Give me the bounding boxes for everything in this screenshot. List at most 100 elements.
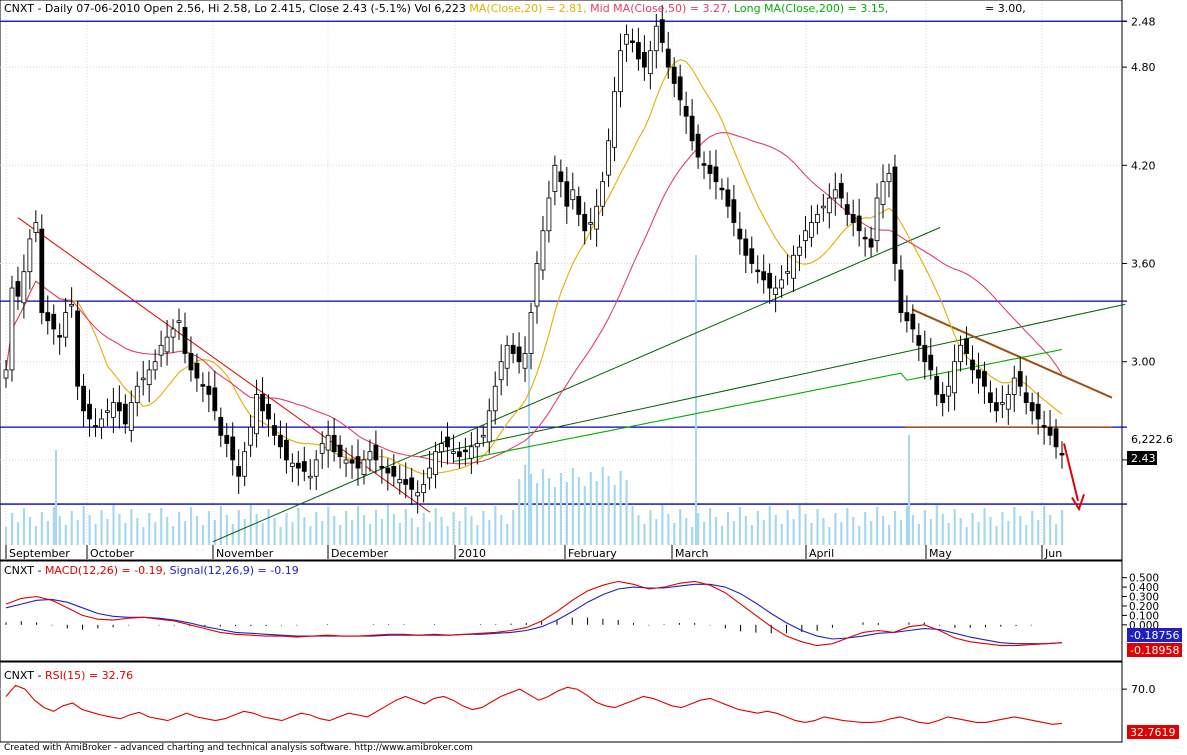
candle-up	[874, 197, 880, 241]
volume-bar	[637, 515, 640, 545]
volume-bar	[46, 521, 49, 545]
volume-bar	[541, 469, 545, 545]
volume-bar	[941, 514, 944, 545]
volume-bar	[22, 508, 26, 545]
candle-up	[522, 353, 528, 369]
candle-down	[373, 444, 379, 461]
volume-bar	[392, 514, 395, 545]
candle-up	[498, 361, 504, 381]
candle-down	[510, 344, 516, 354]
candle-down	[671, 66, 677, 84]
volume-bar	[816, 509, 819, 545]
candle-up	[164, 336, 170, 353]
price-tick-label: 4.80	[1131, 61, 1156, 74]
volume-bar	[1037, 520, 1040, 545]
month-label: 2010	[458, 547, 486, 560]
volume-bar	[697, 513, 700, 545]
candle-down	[1059, 452, 1065, 456]
rsi-panel-frame	[0, 661, 1123, 743]
volume-bar	[339, 525, 342, 545]
candle-up	[534, 263, 540, 307]
volume-spike	[908, 435, 910, 545]
candle-up	[99, 418, 104, 428]
candle-down	[689, 115, 695, 142]
candle-up	[480, 434, 486, 438]
candle-up	[832, 189, 838, 199]
candle-down	[445, 436, 450, 448]
candle-up	[170, 328, 176, 338]
candle-up	[618, 50, 623, 93]
candle-down	[904, 312, 910, 322]
candle-down	[636, 42, 641, 60]
volume-bar	[595, 481, 598, 545]
candle-up	[594, 205, 600, 230]
candle-down	[916, 335, 922, 346]
macd-header: CNXT - MACD(12,26) = -0.19, Signal(12,26…	[4, 565, 299, 577]
volume-bar	[309, 526, 312, 545]
candle-down	[665, 48, 671, 68]
rsi-label: RSI(15) = 32.76	[44, 669, 134, 682]
volume-bar	[100, 510, 103, 545]
volume-bar	[583, 486, 586, 545]
volume-bar	[899, 520, 903, 545]
volume-bar	[822, 518, 825, 545]
rsi-value-label: 32.7619	[1130, 726, 1176, 739]
volume-bar	[315, 512, 318, 545]
candle-down	[725, 189, 731, 207]
candle-up	[612, 91, 617, 148]
volume-bar	[195, 516, 199, 545]
candle-up	[146, 369, 152, 386]
candle-up	[528, 312, 534, 354]
candle-down	[1041, 425, 1047, 428]
volume-bar	[911, 515, 915, 545]
extra-label: = 3.00,	[985, 2, 1026, 15]
candle-down	[385, 467, 391, 474]
volume-bar	[577, 477, 580, 545]
macd-prefix: CNXT -	[4, 564, 45, 577]
candle-down	[182, 326, 188, 354]
volume-bar	[440, 517, 443, 545]
volume-bar	[673, 523, 676, 545]
volume-bar	[738, 507, 742, 545]
candle-down	[582, 213, 588, 232]
candle-down	[964, 338, 969, 354]
volume-bar	[380, 519, 384, 545]
volume-bar	[905, 506, 909, 545]
candle-up	[952, 361, 958, 394]
volume-bar	[327, 507, 330, 545]
volume-bar	[965, 527, 968, 545]
volume-bar	[506, 524, 509, 545]
candle-down	[719, 187, 725, 191]
candle-down	[57, 335, 63, 338]
volume-bar	[923, 510, 926, 545]
volume-bar	[446, 526, 449, 545]
candle-up	[242, 451, 248, 477]
month-label: December	[331, 547, 389, 560]
candle-up	[439, 443, 444, 453]
volume-bar	[762, 520, 765, 545]
candle-up	[486, 410, 492, 443]
candle-up	[809, 222, 814, 238]
candle-down	[194, 362, 200, 379]
candle-up	[128, 402, 134, 431]
volume-bar	[852, 517, 855, 545]
candle-up	[474, 443, 480, 448]
candle-down	[862, 236, 868, 240]
volume-bar	[547, 478, 551, 545]
candle-up	[451, 451, 456, 454]
macd-value-label: -0.18756	[1130, 629, 1179, 642]
volume-bar	[929, 519, 932, 545]
candle-up	[289, 462, 295, 467]
candle-up	[152, 361, 158, 371]
candle-up	[140, 377, 146, 381]
price-tick-label: 2.48	[1131, 15, 1156, 28]
volume-bar	[297, 508, 300, 545]
volume-bar	[685, 518, 688, 545]
volume-bar	[398, 523, 401, 545]
volume-bar	[798, 505, 801, 545]
candle-down	[659, 19, 665, 43]
candle-down	[93, 425, 98, 428]
price-header: CNXT - Daily 07-06-2010 Open 2.56, Hi 2.…	[4, 3, 888, 15]
header-prefix: CNXT - Daily 07-06-2010 Open 2.56, Hi 2.…	[4, 2, 470, 15]
candle-up	[468, 446, 474, 459]
